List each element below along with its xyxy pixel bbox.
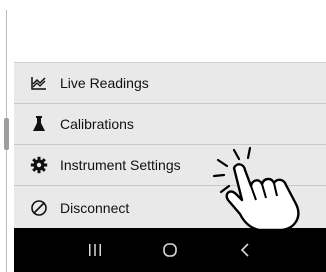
menu-item-label: Disconnect [60, 199, 130, 216]
chart-line-icon [30, 74, 48, 92]
scrollbar-thumb[interactable] [4, 118, 9, 150]
flask-icon [30, 115, 48, 133]
scrollbar-rail[interactable] [0, 0, 14, 272]
home-icon[interactable] [150, 242, 190, 258]
side-menu: Live Readings Calibrations Instrument Se… [14, 62, 326, 228]
block-icon [30, 199, 48, 217]
menu-item-instrument-settings[interactable]: Instrument Settings [14, 145, 326, 186]
menu-item-label: Calibrations [60, 116, 134, 132]
recents-icon[interactable] [75, 243, 115, 257]
top-blank-area [14, 0, 326, 62]
menu-item-calibrations[interactable]: Calibrations [14, 104, 326, 145]
android-navigation-bar [14, 228, 326, 272]
gear-icon [30, 156, 48, 174]
phone-screen: Live Readings Calibrations Instrument Se… [14, 0, 326, 272]
menu-item-live-readings[interactable]: Live Readings [14, 63, 326, 104]
back-icon[interactable] [225, 242, 265, 258]
menu-item-label: Instrument Settings [60, 157, 181, 173]
menu-item-label: Live Readings [60, 75, 149, 91]
menu-item-disconnect[interactable]: Disconnect [14, 186, 326, 229]
